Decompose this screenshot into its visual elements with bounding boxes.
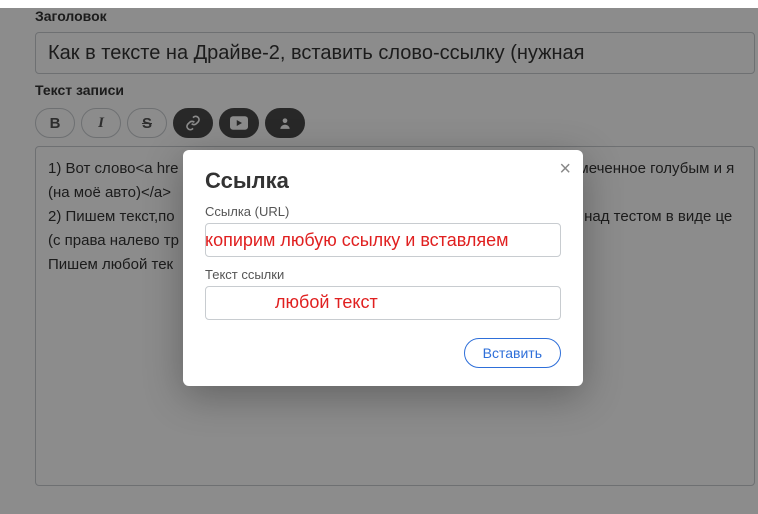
modal-title: Ссылка [205,168,561,194]
url-input[interactable] [205,223,561,257]
close-button[interactable]: × [559,158,571,181]
link-text-input[interactable] [205,286,561,320]
url-label: Ссылка (URL) [205,204,561,219]
link-modal: × Ссылка Ссылка (URL) Текст ссылки Встав… [183,150,583,386]
link-text-label: Текст ссылки [205,267,561,282]
insert-button[interactable]: Вставить [464,338,561,368]
